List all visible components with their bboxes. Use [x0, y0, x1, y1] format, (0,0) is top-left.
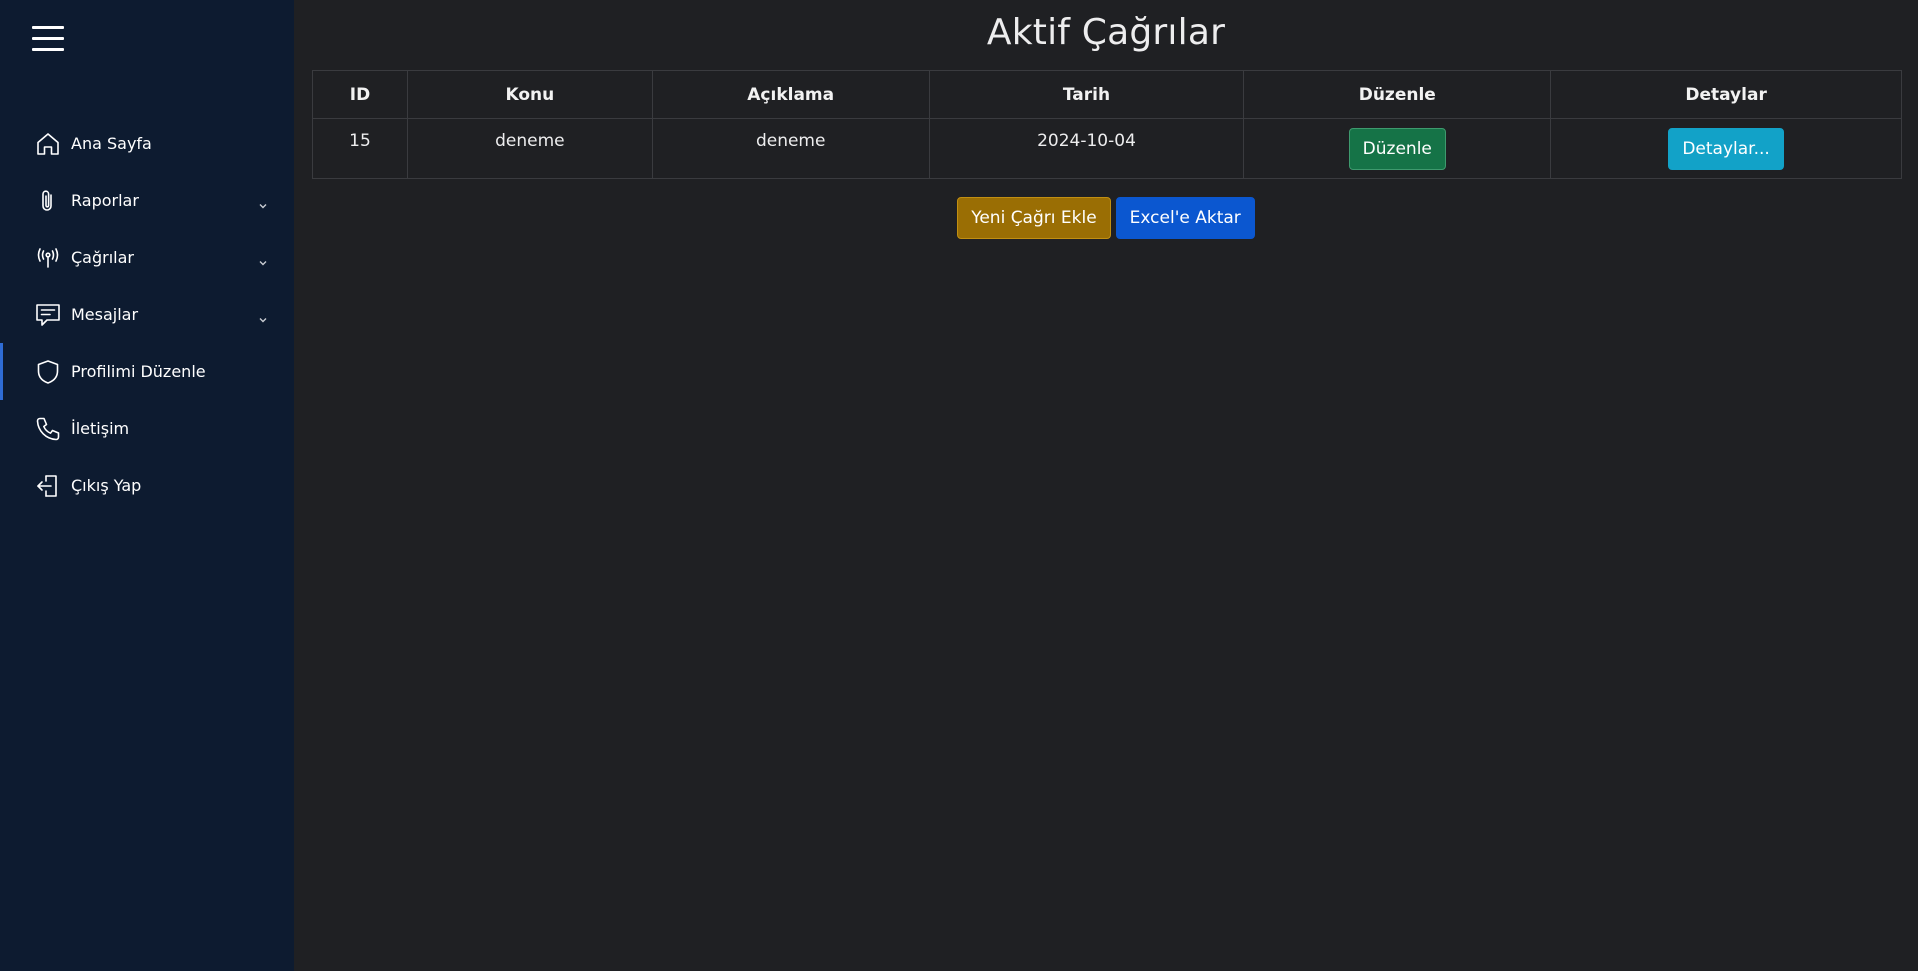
- sidebar-item-ana-sayfa[interactable]: Ana Sayfa: [0, 115, 294, 172]
- hamburger-menu-icon[interactable]: [32, 26, 64, 52]
- chevron-down-icon: [258, 253, 268, 265]
- sidebar-item-iletisim[interactable]: İletişim: [0, 400, 294, 457]
- calls-table: ID Konu Açıklama Tarih Düzenle Detaylar …: [312, 70, 1902, 179]
- sidebar-item-label: Mesajlar: [71, 305, 139, 324]
- home-icon: [34, 130, 62, 158]
- cell-details: Detaylar...: [1550, 118, 1902, 179]
- main-content: Aktif Çağrılar ID Konu Açıklama Tarih Dü…: [294, 0, 1918, 971]
- page-title: Aktif Çağrılar: [986, 12, 1226, 53]
- column-header-duzenle: Düzenle: [1243, 70, 1552, 119]
- new-call-button[interactable]: Yeni Çağrı Ekle: [957, 197, 1111, 239]
- column-header-konu: Konu: [406, 70, 653, 119]
- cell-aciklama: deneme: [651, 118, 930, 179]
- sidebar-item-label: Profilimi Düzenle: [71, 362, 206, 381]
- broadcast-icon: [34, 244, 62, 272]
- cell-edit: Düzenle: [1243, 118, 1552, 179]
- sidebar-item-label: Raporlar: [71, 191, 139, 210]
- logout-icon: [34, 472, 62, 500]
- table-row: 15 deneme deneme 2024-10-04 Düzenle Deta…: [312, 118, 1902, 179]
- cell-tarih: 2024-10-04: [928, 118, 1245, 179]
- details-button[interactable]: Detaylar...: [1668, 128, 1784, 170]
- chevron-down-icon: [258, 196, 268, 208]
- sidebar-nav: Ana Sayfa Raporlar Çağrılar Mesajlar Pro…: [0, 115, 294, 514]
- chevron-down-icon: [258, 310, 268, 322]
- sidebar-item-label: İletişim: [71, 419, 130, 438]
- table-header-row: ID Konu Açıklama Tarih Düzenle Detaylar: [312, 70, 1902, 119]
- sidebar-item-profilimi-duzenle[interactable]: Profilimi Düzenle: [0, 343, 294, 400]
- shield-icon: [34, 358, 62, 386]
- sidebar-item-label: Çıkış Yap: [71, 476, 142, 495]
- sidebar-item-raporlar[interactable]: Raporlar: [0, 172, 294, 229]
- sidebar: Ana Sayfa Raporlar Çağrılar Mesajlar Pro…: [0, 0, 294, 971]
- app-root: Ana Sayfa Raporlar Çağrılar Mesajlar Pro…: [0, 0, 1918, 971]
- paperclip-icon: [34, 187, 62, 215]
- column-header-aciklama: Açıklama: [651, 70, 930, 119]
- cell-konu: deneme: [406, 118, 653, 179]
- column-header-tarih: Tarih: [928, 70, 1245, 119]
- message-icon: [34, 301, 62, 329]
- sidebar-item-cikis-yap[interactable]: Çıkış Yap: [0, 457, 294, 514]
- sidebar-item-label: Çağrılar: [71, 248, 134, 267]
- sidebar-item-label: Ana Sayfa: [71, 134, 152, 153]
- phone-icon: [34, 415, 62, 443]
- edit-button[interactable]: Düzenle: [1348, 128, 1446, 170]
- column-header-detaylar: Detaylar: [1550, 70, 1902, 119]
- sidebar-item-cagrilar[interactable]: Çağrılar: [0, 229, 294, 286]
- cell-id: 15: [312, 118, 408, 179]
- column-header-id: ID: [312, 70, 408, 119]
- table-actions: Yeni Çağrı Ekle Excel'e Aktar: [294, 197, 1918, 239]
- sidebar-item-mesajlar[interactable]: Mesajlar: [0, 286, 294, 343]
- export-excel-button[interactable]: Excel'e Aktar: [1115, 197, 1255, 239]
